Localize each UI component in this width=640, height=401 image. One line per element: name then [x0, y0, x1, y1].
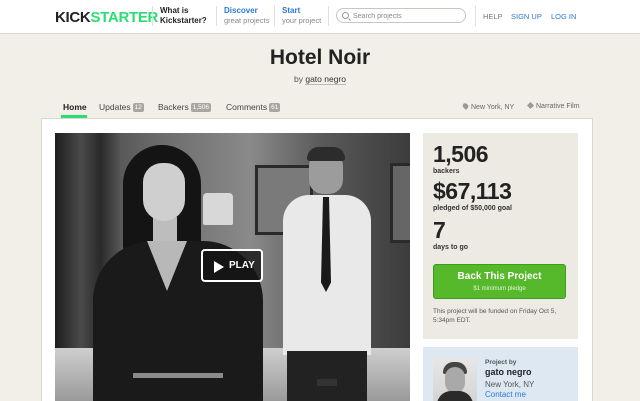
log-in-link[interactable]: LOG IN [551, 12, 576, 21]
nav-divider [274, 6, 275, 26]
search-input[interactable] [353, 10, 461, 22]
top-nav: KICKSTARTER What is Kickstarter? Discove… [0, 0, 640, 34]
backers-count: 1,506 [433, 141, 489, 167]
project-tabs: Home Updates 12 Backers 1,506 Comments 61 N… [0, 99, 640, 119]
nav-start-project[interactable]: Start your project [282, 6, 321, 26]
project-category[interactable]: Narrative Film [526, 101, 580, 110]
nav-divider [328, 6, 329, 26]
pledged-amount: $67,113 [433, 178, 512, 204]
tag-icon [526, 101, 535, 110]
creator-name[interactable]: gato negro [485, 367, 532, 377]
project-title: Hotel Noir [269, 46, 371, 69]
comments-count-badge: 61 [269, 103, 281, 112]
funding-stats: 1,506 backers $67,113 pledged of $50,000… [423, 133, 578, 339]
creator-avatar[interactable] [433, 358, 477, 401]
contact-me-link[interactable]: Contact me [485, 390, 526, 399]
backers-count-badge: 1,506 [190, 103, 211, 112]
tab-comments[interactable]: Comments 61 [226, 102, 281, 112]
days-left: 7 [433, 217, 446, 243]
play-icon [214, 261, 224, 273]
search-box[interactable] [336, 8, 466, 23]
project-by-label: Project by [485, 359, 517, 366]
nav-what-is-kickstarter[interactable]: What is Kickstarter? [160, 6, 207, 26]
help-link[interactable]: HELP [483, 12, 503, 21]
tab-updates[interactable]: Updates 12 [99, 102, 144, 112]
backers-label: backers [433, 168, 460, 175]
back-this-project-button[interactable]: Back This Project $1 minimum pledge [433, 264, 566, 299]
nav-discover[interactable]: Discover great projects [224, 6, 269, 26]
tab-backers[interactable]: Backers 1,506 [158, 102, 211, 112]
project-byline: by gato negro [293, 74, 346, 85]
kickstarter-logo[interactable]: KICKSTARTER [55, 9, 158, 26]
nav-divider [475, 6, 476, 26]
tab-home[interactable]: Home [63, 102, 87, 112]
project-location[interactable]: New York, NY [461, 102, 514, 111]
sign-up-link[interactable]: SIGN UP [511, 12, 542, 21]
nav-divider [216, 6, 217, 26]
play-button[interactable]: PLAY [201, 249, 263, 282]
creator-location: New York, NY [485, 380, 535, 389]
creator-link[interactable]: gato negro [305, 74, 346, 85]
pledged-label: pledged of $50,000 goal [433, 205, 512, 212]
updates-count-badge: 12 [132, 103, 144, 112]
location-pin-icon [461, 102, 470, 110]
funding-deadline-note: This project will be funded on Friday Oc… [433, 308, 557, 324]
nav-divider [152, 6, 153, 26]
creator-card: Project by gato negro New York, NY Conta… [423, 347, 578, 401]
search-icon [342, 12, 349, 19]
days-label: days to go [433, 244, 469, 251]
